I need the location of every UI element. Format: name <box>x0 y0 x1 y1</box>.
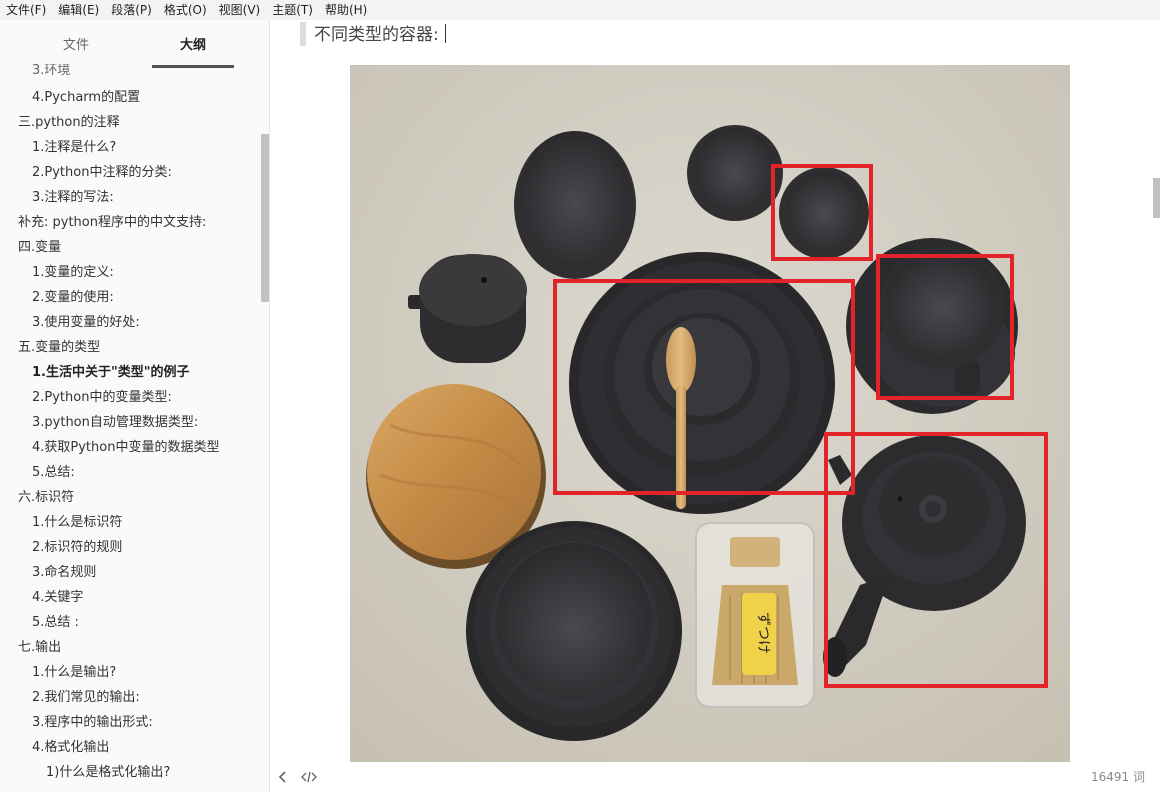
word-count: 16491 词 <box>1091 770 1145 784</box>
boxed-small-cup <box>779 167 869 259</box>
paragraph[interactable]: 不同类型的容器: <box>314 22 446 48</box>
stacked-plates <box>569 252 835 514</box>
tableware-photo-svg: ずつけ <box>350 65 1070 762</box>
outline-item[interactable]: 3.程序中的输出形式: <box>32 710 153 735</box>
matcha-whisk-tube: ずつけ <box>695 522 815 708</box>
outline-item[interactable]: 1.什么是输出? <box>32 660 116 685</box>
tableware-photo[interactable]: ずつけ <box>350 65 1070 762</box>
outline-item[interactable]: 4.获取Python中变量的数据类型 <box>32 435 219 460</box>
outline-item[interactable]: 3.注释的写法: <box>32 185 114 210</box>
outline-item[interactable]: 1.变量的定义: <box>32 260 114 285</box>
sidebar-scrollbar-thumb[interactable] <box>261 134 269 302</box>
sidebar-tabs: 文件 大纲 <box>0 20 269 68</box>
text-caret <box>444 24 446 43</box>
code-icon[interactable] <box>301 770 317 784</box>
outline-item[interactable]: 补充: python程序中的中文支持: <box>18 210 206 235</box>
outline-item-clipped[interactable]: 3.环境 <box>32 64 70 78</box>
outline-item[interactable]: 2.标识符的规则 <box>32 535 122 560</box>
whisk-label-text: ずつけ <box>755 612 771 654</box>
cup-with-saucer <box>846 238 1018 414</box>
outline-item[interactable]: 四.变量 <box>18 235 61 260</box>
outline-item[interactable]: 4.关键字 <box>32 585 83 610</box>
menu-item-4[interactable]: 视图(V) <box>213 0 267 20</box>
menu-item-2[interactable]: 段落(P) <box>105 0 158 20</box>
outline-item[interactable]: 5.总结 : <box>32 610 79 635</box>
tab-outline-label: 大纲 <box>179 38 206 53</box>
outline-item[interactable]: 五.变量的类型 <box>18 335 100 360</box>
outline-item[interactable]: 六.标识符 <box>18 485 74 510</box>
outline-item[interactable]: 1.什么是标识符 <box>32 510 122 535</box>
outline-item[interactable]: 5.总结: <box>32 460 75 485</box>
paragraph-text: 不同类型的容器: <box>314 25 439 45</box>
outline-item[interactable]: 三.python的注释 <box>18 110 120 135</box>
menu-item-3[interactable]: 格式(O) <box>158 0 213 20</box>
menubar: 文件(F) 编辑(E) 段落(P) 格式(O) 视图(V) 主题(T) 帮助(H) <box>0 0 1160 20</box>
outline-item[interactable]: 3.使用变量的好处: <box>32 310 140 335</box>
blockquote-bar <box>300 22 306 46</box>
editor-scrollbar-thumb[interactable] <box>1153 178 1160 218</box>
editor-area[interactable]: 不同类型的容器: ずつけ 16491 词 <box>271 20 1160 792</box>
tab-outline[interactable]: 大纲 <box>152 20 234 68</box>
statusbar: 16491 词 <box>271 764 1160 792</box>
outline-item[interactable]: 3.python自动管理数据类型: <box>32 410 198 435</box>
outline-item[interactable]: 4.Pycharm的配置 <box>32 85 140 110</box>
chevron-left-icon[interactable] <box>277 770 289 784</box>
menu-item-6[interactable]: 帮助(H) <box>319 0 373 20</box>
outline-item[interactable]: 七.输出 <box>18 635 61 660</box>
sidebar: 文件 大纲 3.环境 4.Pycharm的配置 三.python的注释 1.注释是什… <box>0 20 270 792</box>
menu-item-5[interactable]: 主题(T) <box>266 0 319 20</box>
tab-active-underline <box>152 65 234 68</box>
large-bowl-with-spout <box>514 131 636 279</box>
outline-item[interactable]: 1.注释是什么? <box>32 135 116 160</box>
outline-item[interactable]: 1)什么是格式化输出? <box>46 760 170 785</box>
menu-item-0[interactable]: 文件(F) <box>0 0 52 20</box>
outline-item[interactable]: 1.生活中关于"类型"的例子 <box>32 360 190 385</box>
outline-item[interactable]: 2.Python中的变量类型: <box>32 385 172 410</box>
outline-item[interactable]: 2.变量的使用: <box>32 285 114 310</box>
outline-item[interactable]: 4.格式化输出 <box>32 735 109 760</box>
tab-files[interactable]: 文件 <box>36 20 116 68</box>
outline-item[interactable]: 2.Python中注释的分类: <box>32 160 172 185</box>
stacked-bowls <box>466 521 682 741</box>
outline-item[interactable]: 2.我们常见的输出: <box>32 685 140 710</box>
small-cup <box>687 125 783 221</box>
outline-item[interactable]: 3.命名规则 <box>32 560 96 585</box>
menu-item-1[interactable]: 编辑(E) <box>52 0 105 20</box>
